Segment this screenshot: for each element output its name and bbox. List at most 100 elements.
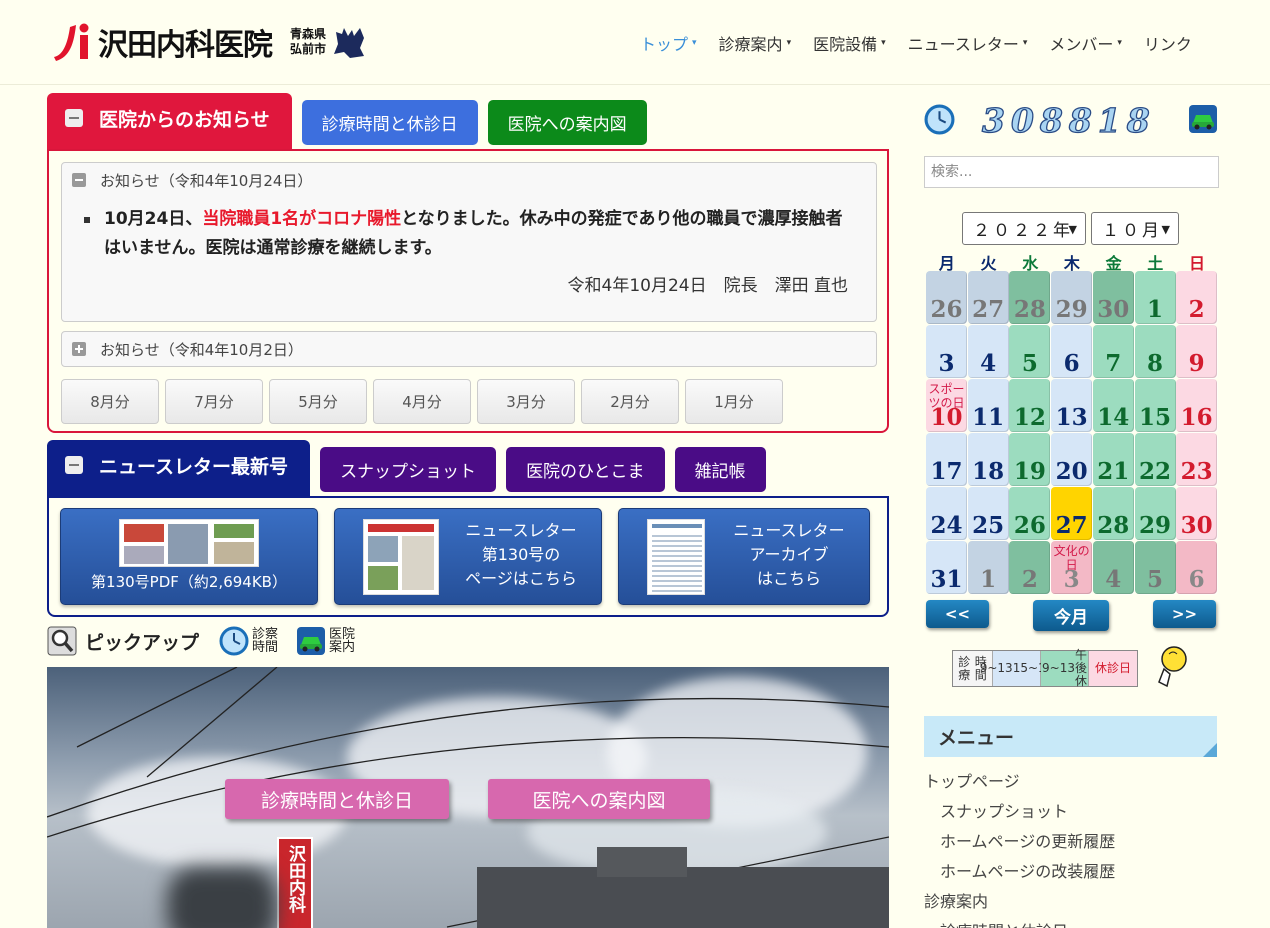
day-number: 20: [1055, 458, 1088, 485]
calendar-day[interactable]: 28: [1092, 487, 1134, 540]
site-logo[interactable]: 沢田内科医院 青森県 弘前市: [50, 20, 366, 64]
month-select[interactable]: １０月 ▼: [1091, 212, 1179, 245]
calendar-day[interactable]: 23: [1176, 433, 1218, 486]
next-month-button[interactable]: >>: [1153, 600, 1216, 628]
calendar-day[interactable]: 1: [967, 541, 1009, 594]
calendar-day[interactable]: 27: [967, 271, 1009, 324]
calendar-day[interactable]: 7: [1092, 325, 1134, 378]
search-input[interactable]: [924, 156, 1219, 188]
menu-item-snapshot[interactable]: スナップショット: [924, 800, 1219, 830]
newsletter-archive-button[interactable]: ニュースレター アーカイブ はこちら: [618, 508, 870, 605]
calendar-day[interactable]: 12: [1009, 379, 1051, 432]
month-button[interactable]: 1月分: [685, 379, 783, 424]
calendar-day[interactable]: 30: [1176, 487, 1218, 540]
calendar-day[interactable]: 25: [967, 487, 1009, 540]
nav-guide[interactable]: 診療案内 ▾: [719, 31, 792, 55]
menu-item-update-history[interactable]: ホームページの更新履歴: [924, 830, 1219, 860]
nav-members[interactable]: メンバー ▾: [1049, 31, 1122, 55]
calendar-day[interactable]: 8: [1134, 325, 1176, 378]
calendar-day[interactable]: 2: [1176, 271, 1218, 324]
clinic-sign: 沢田内科: [277, 837, 313, 928]
calendar-day[interactable]: 24: [926, 487, 967, 540]
day-number: 24: [930, 512, 963, 539]
calendar-day[interactable]: スポーツの日 10: [926, 379, 967, 432]
car-label[interactable]: 医院 案内: [329, 628, 355, 654]
calendar-day[interactable]: 27: [1051, 487, 1093, 540]
calendar-day[interactable]: 28: [1009, 271, 1051, 324]
calendar-day[interactable]: 29: [1051, 271, 1093, 324]
calendar-day[interactable]: 15: [1134, 379, 1176, 432]
month-button[interactable]: 4月分: [373, 379, 471, 424]
nav-links[interactable]: リンク: [1144, 31, 1192, 55]
nav-newsletter[interactable]: ニュースレター ▾: [908, 31, 1028, 55]
menu-item-redesign-history[interactable]: ホームページの改装履歴: [924, 860, 1219, 890]
day-number: 3: [938, 350, 955, 377]
calendar-day[interactable]: 5: [1134, 541, 1176, 594]
counter-value: 308818: [981, 100, 1156, 140]
calendar-day[interactable]: 29: [1134, 487, 1176, 540]
day-number: 26: [1013, 512, 1046, 539]
month-button[interactable]: 8月分: [61, 379, 159, 424]
month-button[interactable]: 5月分: [269, 379, 367, 424]
calendar-day[interactable]: 21: [1092, 433, 1134, 486]
photo-hours-button[interactable]: 診療時間と休診日: [225, 779, 449, 819]
calendar-day[interactable]: 19: [1009, 433, 1051, 486]
nav-top[interactable]: トップ ▾: [640, 31, 697, 55]
tab-notices[interactable]: 医院からのお知らせ: [47, 93, 292, 149]
clock-label[interactable]: 診察 時間: [252, 628, 278, 654]
day-number: 5: [1021, 350, 1038, 377]
clock-icon[interactable]: [219, 626, 249, 656]
calendar-day[interactable]: 5: [1009, 325, 1051, 378]
calendar-day[interactable]: 3: [926, 325, 967, 378]
calendar-day[interactable]: 13: [1051, 379, 1093, 432]
calendar-day[interactable]: 30: [1092, 271, 1134, 324]
calendar-day[interactable]: 17: [926, 433, 967, 486]
photo-map-button[interactable]: 医院への案内図: [488, 779, 710, 819]
tab-snapshot[interactable]: スナップショット: [320, 447, 497, 492]
nav-facilities[interactable]: 医院設備 ▾: [813, 31, 886, 55]
calendar-day[interactable]: 2: [1009, 541, 1051, 594]
calendar-day[interactable]: 9: [1176, 325, 1218, 378]
car-icon[interactable]: [296, 626, 326, 656]
calendar-day[interactable]: 文化の日 3: [1051, 541, 1093, 594]
calendar-day[interactable]: 18: [967, 433, 1009, 486]
calendar-day[interactable]: 4: [1092, 541, 1134, 594]
tab-clinic-moments[interactable]: 医院のひとこま: [506, 447, 665, 492]
calendar-day[interactable]: 31: [926, 541, 967, 594]
calendar-day[interactable]: 14: [1092, 379, 1134, 432]
menu-item-guide[interactable]: 診療案内: [924, 890, 1219, 920]
prev-month-button[interactable]: <<: [926, 600, 989, 628]
calendar-day[interactable]: 26: [926, 271, 967, 324]
menu-item-hours[interactable]: 診療時間と休診日: [924, 920, 1219, 928]
calendar-day[interactable]: 6: [1176, 541, 1218, 594]
notice-header[interactable]: お知らせ（令和4年10月24日）: [62, 163, 876, 197]
day-number: 29: [1055, 296, 1088, 323]
newsletter-pdf-button[interactable]: 第130号PDF（約2,694KB）: [60, 508, 318, 605]
tab-notes[interactable]: 雑記帳: [674, 447, 766, 492]
calendar-day[interactable]: 26: [1009, 487, 1051, 540]
calendar-day[interactable]: 4: [967, 325, 1009, 378]
tab-newsletter[interactable]: ニュースレター最新号: [47, 440, 311, 496]
calendar-day[interactable]: 6: [1051, 325, 1093, 378]
notice-item-collapsed[interactable]: お知らせ（令和4年10月2日）: [61, 331, 877, 367]
side-menu: トップページ スナップショット ホームページの更新履歴 ホームページの改装履歴 …: [924, 770, 1219, 928]
logo-mark-icon: [50, 21, 96, 63]
year-select[interactable]: ２０２２年 ▼: [962, 212, 1086, 245]
menu-item-top[interactable]: トップページ: [924, 770, 1219, 800]
calendar-day[interactable]: 22: [1134, 433, 1176, 486]
current-month-button[interactable]: 今月: [1033, 600, 1109, 631]
newsletter-page-button[interactable]: ニュースレター 第130号の ページはこちら: [334, 508, 602, 605]
calendar-day[interactable]: 11: [967, 379, 1009, 432]
tab-map[interactable]: 医院への案内図: [487, 100, 647, 145]
day-number: 28: [1097, 512, 1130, 539]
clinic-photo: 沢田内科 診療時間と休診日 医院への案内図: [47, 667, 889, 928]
calendar-day[interactable]: 16: [1176, 379, 1218, 432]
calendar-day[interactable]: 20: [1051, 433, 1093, 486]
day-number: 14: [1097, 404, 1130, 431]
calendar-day[interactable]: 1: [1134, 271, 1176, 324]
month-button[interactable]: 3月分: [477, 379, 575, 424]
tab-hours[interactable]: 診療時間と休診日: [301, 100, 478, 145]
month-button[interactable]: 2月分: [581, 379, 679, 424]
day-number: 1: [980, 566, 997, 593]
month-button[interactable]: 7月分: [165, 379, 263, 424]
